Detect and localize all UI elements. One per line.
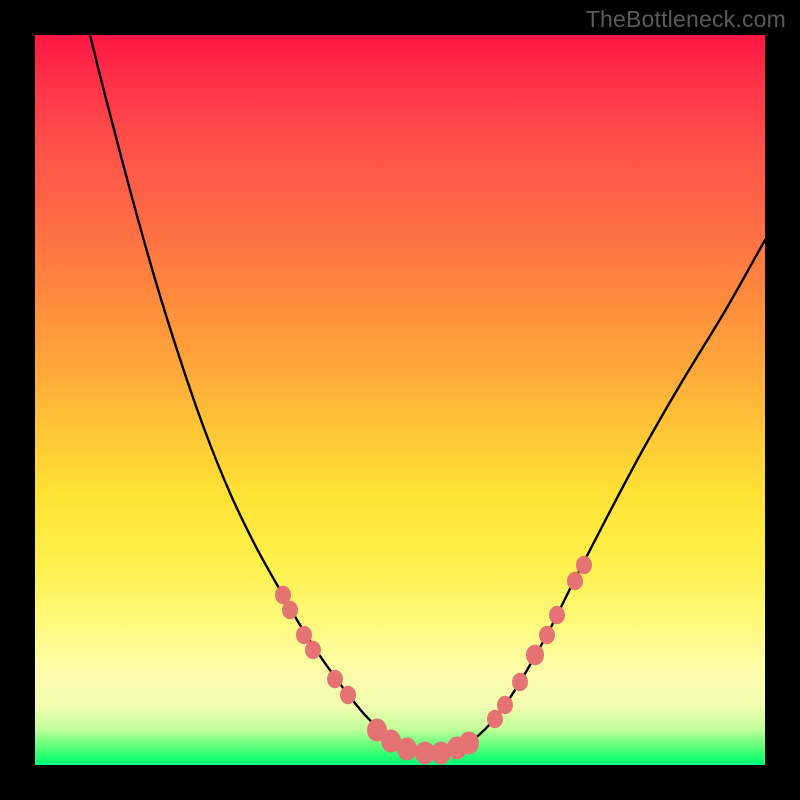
plot-area <box>35 35 765 765</box>
curve-marker <box>305 641 321 659</box>
curve-marker <box>459 732 479 755</box>
watermark-text: TheBottleneck.com <box>586 6 786 33</box>
curve-marker <box>539 626 555 644</box>
chart-stage: TheBottleneck.com <box>0 0 800 800</box>
curve-marker <box>340 686 356 704</box>
curve-marker <box>512 673 528 691</box>
curve-marker <box>567 572 583 590</box>
curve-marker <box>526 645 544 666</box>
curve-marker <box>296 626 312 644</box>
bottleneck-curve <box>90 35 765 754</box>
curve-marker <box>497 696 513 714</box>
curve-marker <box>549 606 565 624</box>
curve-marker <box>282 601 298 619</box>
chart-overlay <box>35 35 765 765</box>
curve-marker <box>327 670 343 688</box>
curve-marker <box>397 738 417 761</box>
curve-marker <box>576 556 592 574</box>
